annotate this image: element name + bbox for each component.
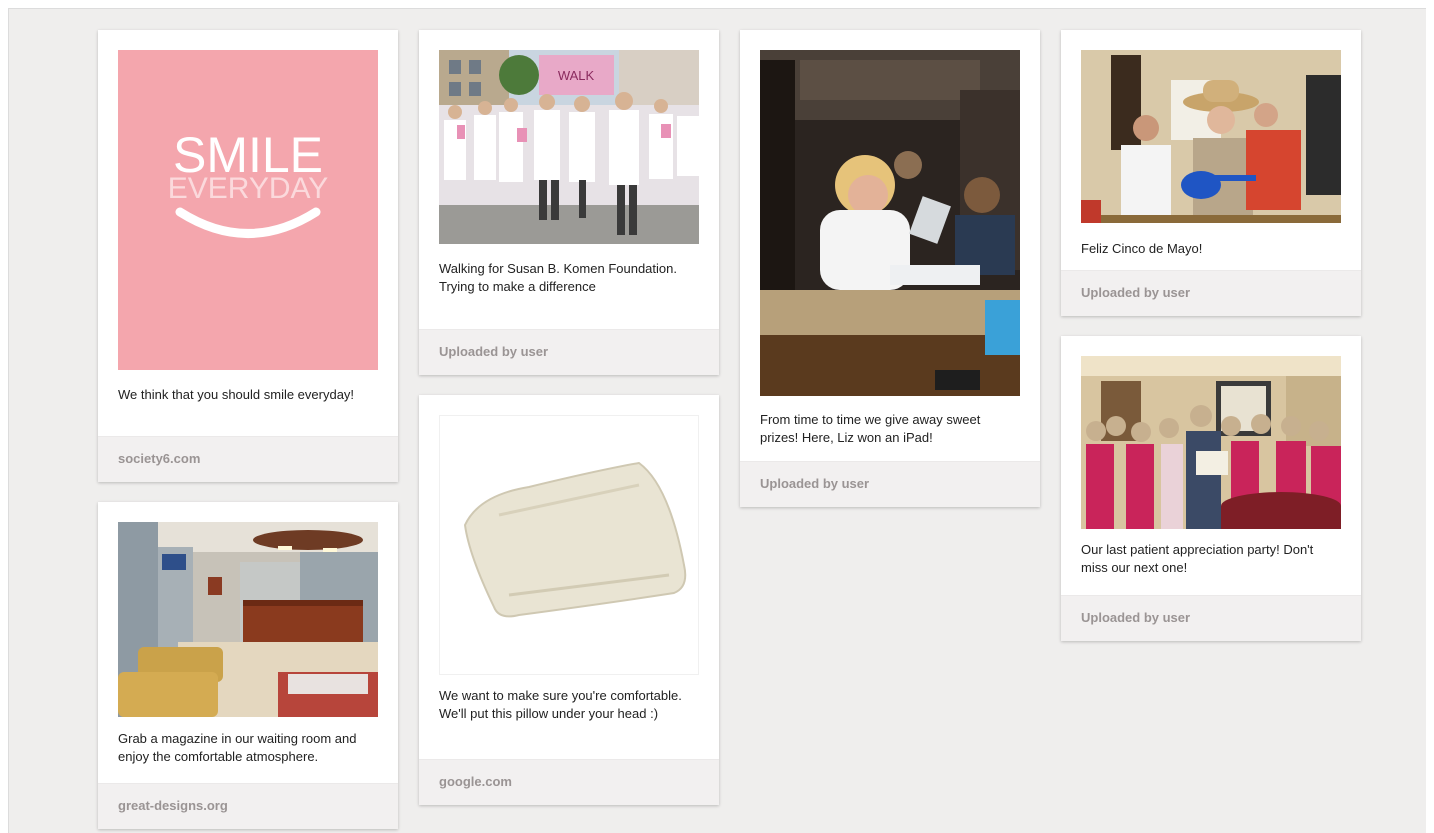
pin-description: We want to make sure you're comfortable.…: [439, 688, 682, 721]
ipad-winner-photo: [760, 50, 1020, 396]
pin-source-link[interactable]: google.com: [419, 759, 719, 805]
pin-description: Feliz Cinco de Mayo!: [1081, 241, 1203, 256]
pin-card-party[interactable]: Our last patient appreciation party! Don…: [1061, 336, 1361, 641]
pin-description: Grab a magazine in our waiting room and …: [118, 731, 357, 764]
pin-source-link[interactable]: Uploaded by user: [1061, 595, 1361, 641]
pin-image-party[interactable]: [1081, 356, 1341, 529]
pin-source-link[interactable]: society6.com: [98, 436, 398, 482]
waiting-room-photo: [118, 522, 378, 717]
patient-party-photo: [1081, 356, 1341, 529]
pin-image-lobby[interactable]: [118, 522, 378, 717]
pin-description: We think that you should smile everyday!: [118, 387, 355, 402]
pin-image-smile[interactable]: SMILE EVERYDAY: [118, 50, 378, 370]
pin-source-link[interactable]: Uploaded by user: [419, 329, 719, 375]
pin-source-link[interactable]: Uploaded by user: [740, 461, 1040, 507]
pin-card-smile[interactable]: SMILE EVERYDAY We think that you should …: [98, 30, 398, 482]
pin-image-ipad[interactable]: [760, 50, 1020, 396]
cinco-de-mayo-photo: [1081, 50, 1341, 223]
pin-card-pillow[interactable]: We want to make sure you're comfortable.…: [419, 395, 719, 805]
walk-event-photo: WALK: [439, 50, 699, 244]
pin-description: Our last patient appreciation party! Don…: [1081, 542, 1314, 575]
smile-subtitle-text: EVERYDAY: [168, 172, 329, 205]
pin-card-lobby[interactable]: Grab a magazine in our waiting room and …: [98, 502, 398, 829]
pin-description: Walking for Susan B. Komen Foundation. T…: [439, 261, 677, 294]
pin-source-link[interactable]: great-designs.org: [98, 783, 398, 829]
pin-card-ipad[interactable]: From time to time we give away sweet pri…: [740, 30, 1040, 507]
pillow-photo: [439, 415, 699, 675]
walk-sign-text: WALK: [558, 68, 595, 83]
pin-source-link[interactable]: Uploaded by user: [1061, 270, 1361, 316]
pin-card-walk[interactable]: WALK Walking for Susan B. Komen Foundati…: [419, 30, 719, 375]
smile-everyday-graphic: SMILE EVERYDAY: [118, 50, 378, 370]
pin-board: SMILE EVERYDAY We think that you should …: [8, 8, 1426, 833]
pin-image-cinco[interactable]: [1081, 50, 1341, 223]
pin-description: From time to time we give away sweet pri…: [760, 412, 981, 445]
pin-image-pillow[interactable]: [439, 415, 699, 675]
pin-card-cinco[interactable]: Feliz Cinco de Mayo! Uploaded by user: [1061, 30, 1361, 316]
pin-image-walk[interactable]: WALK: [439, 50, 699, 244]
